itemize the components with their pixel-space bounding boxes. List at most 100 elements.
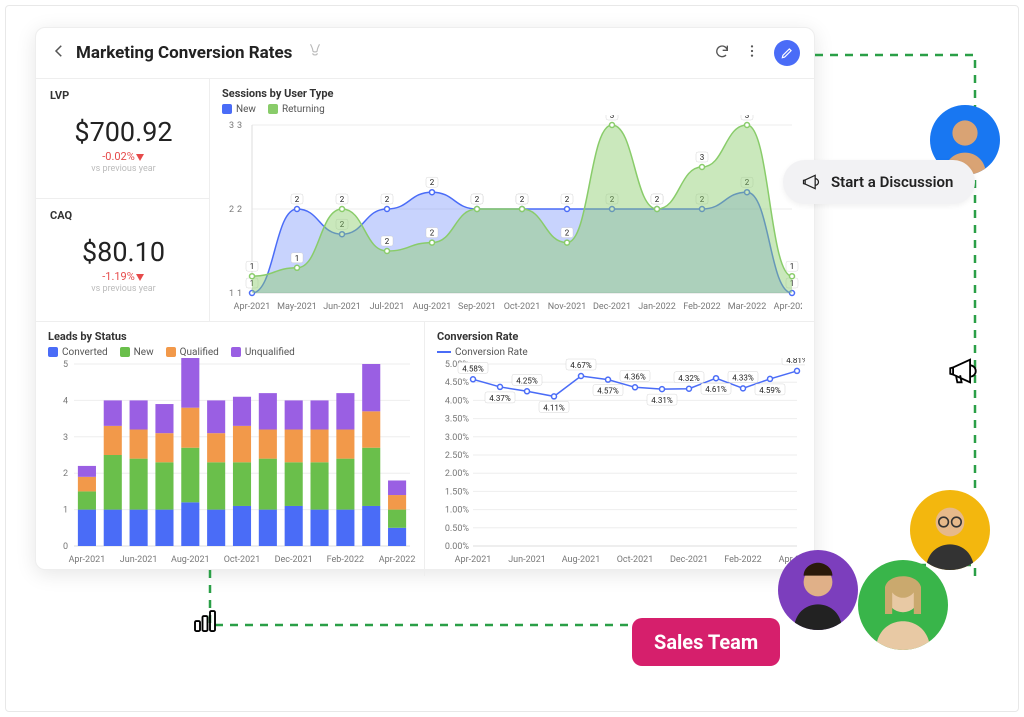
svg-text:3: 3 <box>63 433 68 443</box>
svg-text:Feb-2022: Feb-2022 <box>683 302 720 312</box>
avatar-3 <box>858 560 948 650</box>
svg-text:Oct-2021: Oct-2021 <box>617 555 654 565</box>
kpi-lvp-delta: -0.02% <box>50 150 197 163</box>
kpi-column: LVP $700.92 -0.02% vs previous year CAQ … <box>36 79 210 321</box>
svg-text:4.31%: 4.31% <box>651 396 673 405</box>
row-1: LVP $700.92 -0.02% vs previous year CAQ … <box>36 79 814 322</box>
svg-text:Dec-2021: Dec-2021 <box>275 555 313 565</box>
start-discussion-button[interactable]: Start a Discussion <box>783 160 975 204</box>
kebab-menu-icon[interactable] <box>744 43 760 63</box>
svg-text:4.59%: 4.59% <box>759 386 781 395</box>
edit-button[interactable] <box>774 40 800 66</box>
svg-text:2: 2 <box>237 205 242 215</box>
svg-text:4.57%: 4.57% <box>597 387 619 396</box>
svg-text:2: 2 <box>565 195 570 204</box>
svg-text:Dec-2021: Dec-2021 <box>593 302 631 312</box>
svg-text:4.33%: 4.33% <box>732 373 754 382</box>
refresh-icon[interactable] <box>714 43 730 63</box>
svg-text:4.36%: 4.36% <box>624 372 646 381</box>
svg-text:2: 2 <box>565 229 570 238</box>
svg-text:2: 2 <box>430 178 435 187</box>
svg-text:Oct-2021: Oct-2021 <box>224 555 261 565</box>
svg-text:3.00%: 3.00% <box>445 433 470 443</box>
svg-text:Aug-2021: Aug-2021 <box>413 302 452 312</box>
svg-text:2: 2 <box>340 195 345 204</box>
svg-text:Apr-2021: Apr-2021 <box>69 555 106 565</box>
svg-text:Oct-2021: Oct-2021 <box>504 302 541 312</box>
svg-text:3.50%: 3.50% <box>445 415 470 425</box>
sessions-chart: 112233Apr-2021May-2021Jun-2021Jul-2021Au… <box>222 115 802 315</box>
svg-text:Jul-2021: Jul-2021 <box>370 302 405 312</box>
svg-text:Jun-2021: Jun-2021 <box>323 302 361 312</box>
back-arrow-icon[interactable] <box>50 42 68 64</box>
svg-text:Jun-2021: Jun-2021 <box>508 555 546 565</box>
svg-text:Apr-2021: Apr-2021 <box>234 302 271 312</box>
svg-text:Feb-2022: Feb-2022 <box>327 555 364 565</box>
leads-legend: Converted New Qualified Unqualified <box>48 347 412 358</box>
svg-text:Jun-2021: Jun-2021 <box>120 555 158 565</box>
header-bar: Marketing Conversion Rates <box>36 28 814 79</box>
svg-text:4.25%: 4.25% <box>516 376 538 385</box>
dashboard-card: Marketing Conversion Rates LVP $700.92 -… <box>35 27 815 570</box>
svg-text:2: 2 <box>520 195 525 204</box>
svg-text:4.00%: 4.00% <box>445 396 470 406</box>
svg-text:1: 1 <box>229 289 234 299</box>
svg-text:Jan-2022: Jan-2022 <box>638 302 676 312</box>
svg-text:4.37%: 4.37% <box>489 394 511 403</box>
svg-text:1: 1 <box>237 289 242 299</box>
svg-text:4.81%: 4.81% <box>786 358 805 365</box>
bar-chart-icon <box>190 606 220 636</box>
filter-cone-icon[interactable] <box>306 42 324 64</box>
svg-text:2: 2 <box>475 195 480 204</box>
kpi-caq-note: vs previous year <box>50 284 197 294</box>
kpi-caq-delta: -1.19% <box>50 270 197 283</box>
svg-text:1: 1 <box>790 262 795 271</box>
svg-text:4.61%: 4.61% <box>705 385 727 394</box>
svg-text:4.50%: 4.50% <box>445 378 470 388</box>
svg-text:2: 2 <box>385 237 390 246</box>
svg-text:Sep-2021: Sep-2021 <box>458 302 496 312</box>
svg-text:2.00%: 2.00% <box>445 469 470 479</box>
svg-text:0: 0 <box>63 542 68 552</box>
kpi-caq-value: $80.10 <box>50 236 197 268</box>
svg-text:Apr-2022: Apr-2022 <box>774 302 802 312</box>
svg-text:1: 1 <box>295 254 300 263</box>
svg-text:1: 1 <box>63 506 68 516</box>
svg-text:May-2021: May-2021 <box>277 302 317 312</box>
svg-text:4.67%: 4.67% <box>570 361 592 370</box>
svg-text:4.32%: 4.32% <box>678 374 700 383</box>
svg-text:3: 3 <box>229 121 234 131</box>
svg-text:Apr-2021: Apr-2021 <box>455 555 492 565</box>
megaphone-icon <box>801 172 821 192</box>
svg-text:Aug-2021: Aug-2021 <box>171 555 210 565</box>
svg-text:Apr-2022: Apr-2022 <box>379 555 416 565</box>
svg-text:1.00%: 1.00% <box>445 506 470 516</box>
svg-text:2: 2 <box>63 469 68 479</box>
svg-text:Aug-2021: Aug-2021 <box>562 555 601 565</box>
svg-text:2: 2 <box>430 229 435 238</box>
svg-text:Feb-2022: Feb-2022 <box>724 555 761 565</box>
svg-text:0.50%: 0.50% <box>445 524 470 534</box>
svg-text:2.50%: 2.50% <box>445 451 470 461</box>
svg-text:2: 2 <box>295 195 300 204</box>
kpi-caq: CAQ $80.10 -1.19% vs previous year <box>36 199 209 319</box>
page-title: Marketing Conversion Rates <box>76 43 292 63</box>
svg-text:3: 3 <box>745 115 750 120</box>
svg-text:5: 5 <box>63 360 68 370</box>
svg-text:1.50%: 1.50% <box>445 487 470 497</box>
down-arrow-icon <box>135 152 145 162</box>
kpi-lvp-note: vs previous year <box>50 164 197 174</box>
sessions-legend: New Returning <box>222 104 802 115</box>
start-discussion-label: Start a Discussion <box>831 173 953 191</box>
kpi-caq-label: CAQ <box>50 209 197 222</box>
svg-text:3: 3 <box>610 115 615 120</box>
conversion-title: Conversion Rate <box>437 330 802 343</box>
megaphone-outline-icon <box>946 354 980 388</box>
svg-text:3: 3 <box>237 121 242 131</box>
kpi-lvp: LVP $700.92 -0.02% vs previous year <box>36 79 209 199</box>
row-2: Leads by Status Converted New Qualified … <box>36 322 814 576</box>
leads-title: Leads by Status <box>48 330 412 343</box>
sessions-chart-panel: Sessions by User Type New Returning 1122… <box>210 79 814 321</box>
svg-text:4.58%: 4.58% <box>462 364 484 373</box>
sales-team-badge: Sales Team <box>632 618 780 666</box>
